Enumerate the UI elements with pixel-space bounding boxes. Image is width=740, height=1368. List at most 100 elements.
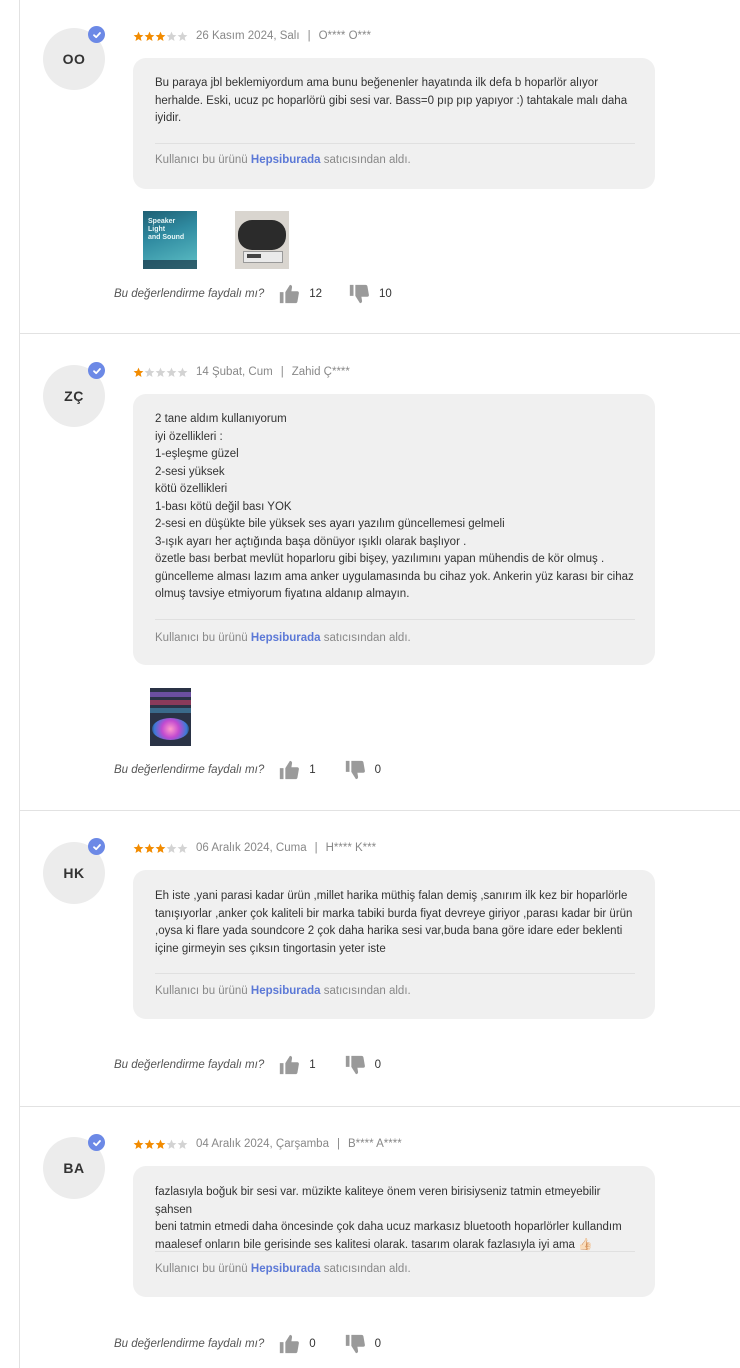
review-date: 14 Şubat, Cum — [196, 366, 273, 378]
review-author: B**** A**** — [347, 1138, 402, 1150]
dislike-count: 0 — [374, 764, 382, 776]
like-button[interactable]: 1 — [278, 759, 316, 781]
star-empty-icon — [166, 367, 177, 377]
star-empty-icon — [155, 367, 166, 377]
thumbs-down-icon — [345, 1055, 365, 1075]
bubble-divider — [155, 1251, 635, 1252]
verified-badge-icon — [88, 1134, 105, 1151]
dislike-count: 0 — [374, 1338, 382, 1350]
seller-info: Kullanıcı bu ürünü Hepsiburada satıcısın… — [155, 632, 411, 644]
review-photo-1[interactable] — [150, 688, 191, 746]
meta-separator: | — [336, 1138, 340, 1150]
seller-link[interactable]: Hepsiburada — [251, 985, 321, 997]
star-empty-icon — [166, 843, 177, 853]
seller-info: Kullanıcı bu ürünü Hepsiburada satıcısın… — [155, 154, 411, 166]
review-text: Bu paraya jbl beklemiyordum ama bunu beğ… — [155, 77, 628, 124]
rating-stars — [133, 1139, 188, 1150]
thumbs-down-icon — [349, 284, 369, 304]
meta-separator: | — [314, 842, 318, 854]
review-bubble: 2 tane aldım kullanıyorum iyi özellikler… — [133, 394, 655, 665]
review-separator — [20, 810, 740, 811]
photo-caption: Speaker Light and Sound — [148, 218, 185, 241]
dislike-button[interactable]: 0 — [344, 759, 381, 781]
like-button[interactable]: 1 — [278, 1054, 316, 1076]
review-author: H**** K*** — [325, 842, 377, 854]
seller-link[interactable]: Hepsiburada — [251, 1263, 321, 1275]
bubble-divider — [155, 619, 635, 620]
review-text: fazlasıyla boğuk bir sesi var. müzikte k… — [155, 1186, 622, 1251]
like-count: 12 — [309, 288, 323, 300]
verified-badge-icon — [88, 362, 105, 379]
review-photo-2[interactable] — [235, 211, 289, 269]
review-text: 2 tane aldım kullanıyorum iyi özellikler… — [155, 413, 634, 600]
review-date: 26 Kasım 2024, Salı — [196, 30, 300, 42]
rating-stars — [133, 31, 188, 42]
helpful-row: Bu değerlendirme faydalı mı? 1 0 — [114, 1053, 381, 1077]
thumbs-up-icon — [280, 284, 300, 304]
dislike-button[interactable]: 10 — [348, 283, 392, 305]
review-meta: 26 Kasım 2024, Salı | O**** O*** — [133, 28, 371, 44]
avatar-initials: BA — [63, 1160, 85, 1176]
left-divider — [19, 0, 20, 1368]
helpful-question: Bu değerlendirme faydalı mı? — [114, 764, 265, 776]
star-empty-icon — [177, 843, 188, 853]
helpful-question: Bu değerlendirme faydalı mı? — [114, 1338, 265, 1350]
star-filled-icon — [144, 843, 155, 853]
thumbs-up-icon — [280, 760, 300, 780]
verified-badge-icon — [88, 838, 105, 855]
rating-stars — [133, 843, 188, 854]
bubble-divider — [155, 973, 635, 974]
meta-separator: | — [280, 366, 284, 378]
star-empty-icon — [166, 31, 177, 41]
helpful-question: Bu değerlendirme faydalı mı? — [114, 288, 265, 300]
helpful-row: Bu değerlendirme faydalı mı? 0 0 — [114, 1332, 381, 1356]
review-text: Eh iste ,yani parasi kadar ürün ,millet … — [155, 890, 633, 955]
review-photo-1[interactable]: Speaker Light and Sound — [143, 211, 197, 269]
dislike-count: 10 — [379, 288, 392, 300]
thumbs-down-icon — [345, 760, 365, 780]
star-empty-icon — [144, 367, 155, 377]
bubble-divider — [155, 143, 635, 144]
star-filled-icon — [144, 31, 155, 41]
like-count: 1 — [309, 1059, 316, 1071]
star-filled-icon — [133, 31, 144, 41]
star-filled-icon — [155, 31, 166, 41]
thumbs-down-icon — [345, 1334, 365, 1354]
review-separator — [20, 333, 740, 334]
review-date: 06 Aralık 2024, Cuma — [196, 842, 307, 854]
review-bubble: fazlasıyla boğuk bir sesi var. müzikte k… — [133, 1166, 655, 1297]
review-bubble: Bu paraya jbl beklemiyordum ama bunu beğ… — [133, 58, 655, 189]
star-empty-icon — [177, 367, 188, 377]
review-meta: 06 Aralık 2024, Cuma | H**** K*** — [133, 840, 376, 856]
helpful-question: Bu değerlendirme faydalı mı? — [114, 1059, 265, 1071]
thumbs-up-icon — [280, 1055, 300, 1075]
star-filled-icon — [133, 843, 144, 853]
like-count: 0 — [309, 1338, 316, 1350]
meta-separator: | — [307, 30, 311, 42]
avatar-initials: HK — [63, 865, 85, 881]
star-filled-icon — [155, 843, 166, 853]
review-separator — [20, 1106, 740, 1107]
verified-badge-icon — [88, 26, 105, 43]
like-button[interactable]: 0 — [278, 1333, 316, 1355]
seller-link[interactable]: Hepsiburada — [251, 632, 321, 644]
like-button[interactable]: 12 — [278, 283, 322, 305]
star-filled-icon — [155, 1139, 166, 1149]
review-author: O**** O*** — [318, 30, 371, 42]
star-empty-icon — [166, 1139, 177, 1149]
seller-link[interactable]: Hepsiburada — [251, 154, 321, 166]
star-empty-icon — [177, 1139, 188, 1149]
star-filled-icon — [133, 367, 144, 377]
review-bubble: Eh iste ,yani parasi kadar ürün ,millet … — [133, 870, 655, 1019]
seller-info: Kullanıcı bu ürünü Hepsiburada satıcısın… — [155, 985, 411, 997]
review-date: 04 Aralık 2024, Çarşamba — [196, 1138, 329, 1150]
thumbs-up-icon — [280, 1334, 300, 1354]
review-meta: 14 Şubat, Cum | Zahid Ç**** — [133, 364, 350, 380]
dislike-button[interactable]: 0 — [344, 1333, 381, 1355]
dislike-button[interactable]: 0 — [344, 1054, 381, 1076]
avatar-initials: ZÇ — [64, 388, 84, 404]
rating-stars — [133, 367, 188, 378]
star-filled-icon — [133, 1139, 144, 1149]
review-author: Zahid Ç**** — [291, 366, 350, 378]
star-empty-icon — [177, 31, 188, 41]
